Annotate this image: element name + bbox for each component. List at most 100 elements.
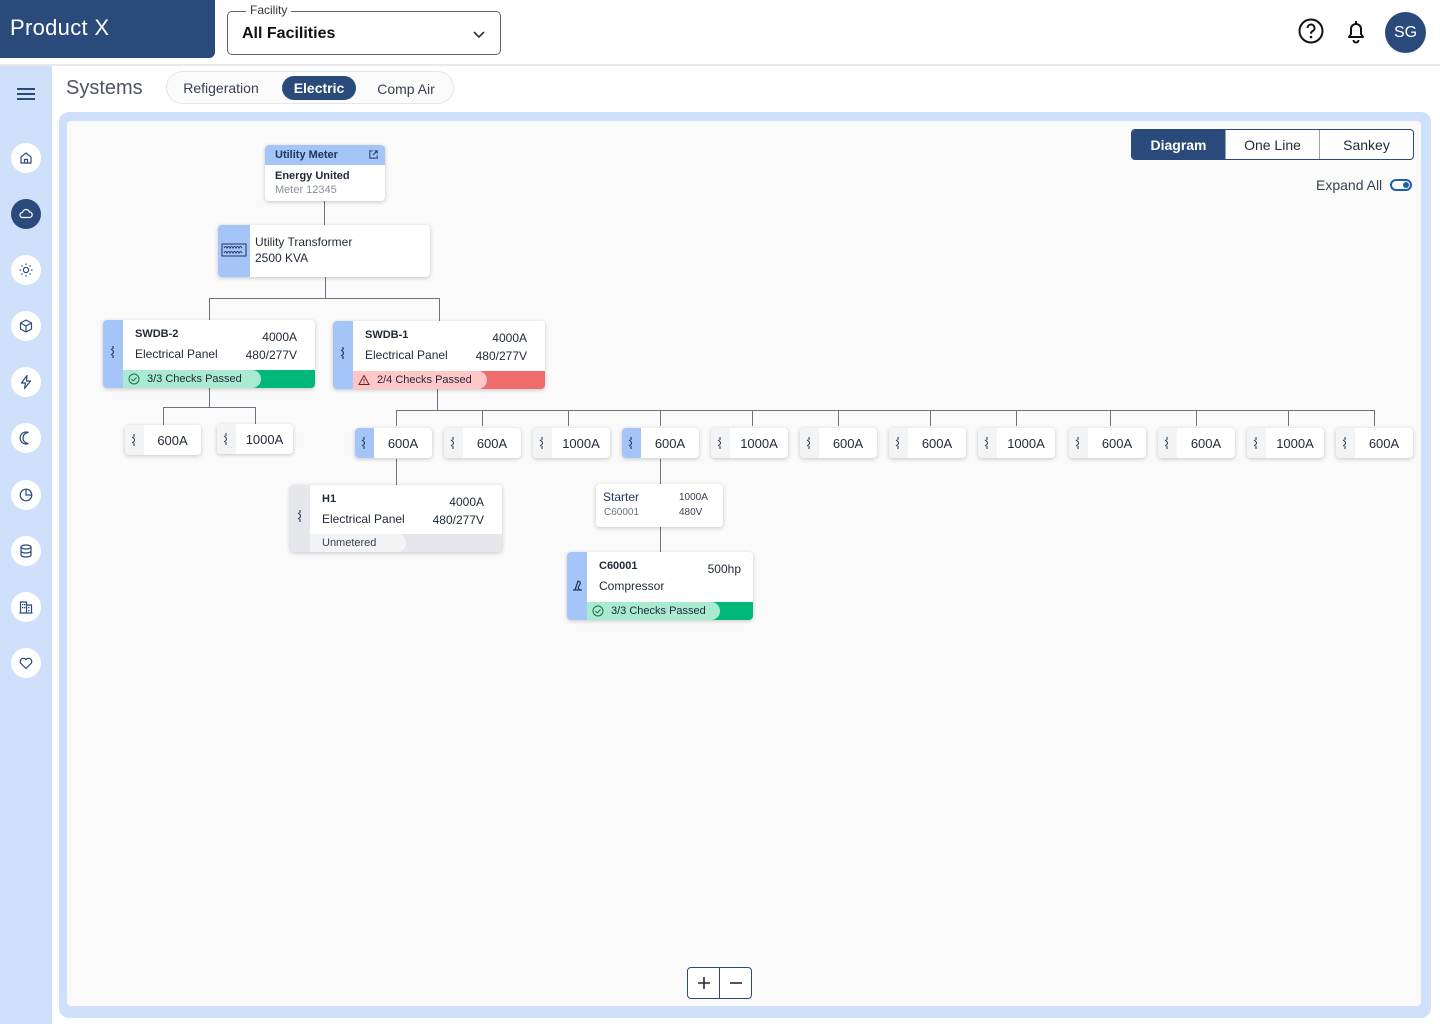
- status-bar: Unmetered: [310, 534, 502, 552]
- sidebar-item-energy[interactable]: [11, 367, 41, 397]
- breaker-card[interactable]: 600A: [1158, 428, 1235, 458]
- brand-name: Product X: [10, 15, 110, 40]
- connector-line: [163, 407, 164, 426]
- breaker-card[interactable]: 600A: [1336, 428, 1413, 458]
- expand-all-toggle[interactable]: [1390, 179, 1412, 191]
- warning-icon: [358, 374, 370, 385]
- connector-line: [396, 410, 397, 426]
- sidebar: [0, 66, 52, 1024]
- breaker-rating: 1000A: [562, 436, 600, 451]
- connector-line: [163, 407, 256, 408]
- panel-volts: 480/277V: [245, 348, 297, 362]
- expand-all-label: Expand All: [1316, 177, 1383, 193]
- h1-panel-card[interactable]: H1 Electrical Panel 4000A 480/277V Unmet…: [290, 485, 502, 552]
- sidebar-item-health[interactable]: [11, 648, 41, 678]
- chevron-down-icon: [473, 31, 485, 39]
- sidebar-item-reports[interactable]: [11, 480, 41, 510]
- status-bar: 3/3 Checks Passed: [587, 602, 753, 620]
- sidebar-item-buildings[interactable]: [11, 592, 41, 622]
- connector-line: [1196, 410, 1197, 426]
- transformer-card[interactable]: Utility Transformer 2500 KVA: [218, 225, 430, 277]
- zoom-in-button[interactable]: [688, 968, 719, 998]
- breaker-icon: [1075, 437, 1080, 449]
- sidebar-item-assets[interactable]: [11, 311, 41, 341]
- breaker-rating: 600A: [1101, 436, 1133, 451]
- plus-icon: [697, 977, 710, 989]
- breaker-card[interactable]: 600A: [889, 428, 966, 458]
- view-diagram-button[interactable]: Diagram: [1132, 130, 1225, 159]
- sidebar-item-data[interactable]: [11, 536, 41, 566]
- panel-amps: 4000A: [492, 331, 527, 345]
- breaker-card[interactable]: 600A: [125, 425, 201, 455]
- breaker-card[interactable]: 600A: [444, 428, 521, 458]
- moon-icon: [19, 431, 29, 445]
- breaker-icon: [297, 510, 302, 522]
- breaker-card[interactable]: 1000A: [711, 428, 788, 458]
- connector-line: [660, 459, 661, 484]
- breaker-card[interactable]: 600A: [355, 428, 432, 458]
- breaker-icon: [340, 347, 345, 359]
- panel-type: Electrical Panel: [365, 348, 448, 362]
- building-icon: [19, 601, 33, 614]
- breaker-card[interactable]: 1000A: [217, 424, 293, 454]
- connector-line: [660, 527, 661, 552]
- system-tabs: Refigeration Electric Comp Air: [166, 71, 454, 104]
- sidebar-item-home[interactable]: [11, 143, 41, 173]
- utility-meter-card[interactable]: Utility Meter Energy United Meter 12345: [265, 145, 385, 201]
- facility-select[interactable]: Facility All Facilities: [227, 3, 501, 55]
- sidebar-item-night[interactable]: [11, 423, 41, 453]
- compressor-card[interactable]: C60001 Compressor 500hp 3/3 Checks Passe…: [567, 552, 753, 620]
- zoom-controls: [687, 967, 752, 999]
- breaker-rating: 600A: [832, 436, 864, 451]
- breaker-card[interactable]: 1000A: [533, 428, 610, 458]
- home-icon: [20, 152, 32, 164]
- user-avatar[interactable]: SG: [1385, 12, 1426, 53]
- panel-name: SWDB-1: [365, 329, 409, 341]
- swdb1-panel-card[interactable]: SWDB-1 Electrical Panel 4000A 480/277V 2…: [333, 321, 545, 389]
- menu-icon[interactable]: [16, 86, 36, 102]
- breaker-icon: [806, 437, 811, 449]
- starter-card[interactable]: Starter C60001 1000A 480V: [596, 484, 723, 527]
- view-one-line-button[interactable]: One Line: [1225, 130, 1319, 159]
- avatar-initials: SG: [1393, 23, 1418, 41]
- sidebar-item-solar[interactable]: [11, 255, 41, 285]
- connector-line: [209, 298, 210, 320]
- compressor-name: C60001: [599, 560, 638, 572]
- breaker-icon: [110, 346, 115, 358]
- external-link-icon[interactable]: [368, 149, 379, 160]
- breaker-card[interactable]: 600A: [1069, 428, 1146, 458]
- breaker-icon: [450, 437, 455, 449]
- breaker-icon: [223, 433, 228, 445]
- facility-label: Facility: [246, 3, 292, 17]
- breaker-card[interactable]: 1000A: [1247, 428, 1324, 458]
- breaker-icon: [539, 437, 544, 449]
- breaker-rating: 600A: [921, 436, 953, 451]
- panel-volts: 480/277V: [475, 349, 527, 363]
- status-text: 3/3 Checks Passed: [611, 605, 706, 617]
- status-bar: 3/3 Checks Passed: [123, 370, 315, 388]
- sidebar-item-systems[interactable]: [11, 199, 41, 229]
- tab-electric[interactable]: Electric: [282, 76, 356, 100]
- breaker-card[interactable]: 600A: [622, 428, 699, 458]
- starter-id: C60001: [604, 507, 640, 518]
- utility-meter-provider: Energy United: [275, 170, 350, 182]
- status-text: Unmetered: [322, 537, 377, 549]
- breaker-card[interactable]: 600A: [800, 428, 877, 458]
- help-icon[interactable]: [1296, 16, 1326, 46]
- connector-line: [1110, 410, 1111, 426]
- tab-refrigeration[interactable]: Refigeration: [173, 76, 269, 100]
- topbar-divider: [0, 64, 1440, 66]
- swdb2-panel-card[interactable]: SWDB-2 Electrical Panel 4000A 480/277V 3…: [103, 320, 315, 388]
- breaker-card[interactable]: 1000A: [978, 428, 1055, 458]
- transformer-rating: 2500 KVA: [255, 251, 309, 265]
- view-sankey-button[interactable]: Sankey: [1319, 130, 1413, 159]
- zoom-out-button[interactable]: [719, 968, 751, 998]
- compressor-icon: [573, 580, 582, 591]
- connector-line: [1374, 410, 1375, 426]
- bell-icon[interactable]: [1341, 16, 1371, 46]
- utility-meter-id: Meter 12345: [275, 184, 337, 196]
- breaker-icon: [984, 437, 989, 449]
- tab-comp-air[interactable]: Comp Air: [367, 77, 445, 101]
- breaker-rating: 1000A: [1007, 436, 1045, 451]
- brand-logo[interactable]: Product X: [0, 0, 215, 58]
